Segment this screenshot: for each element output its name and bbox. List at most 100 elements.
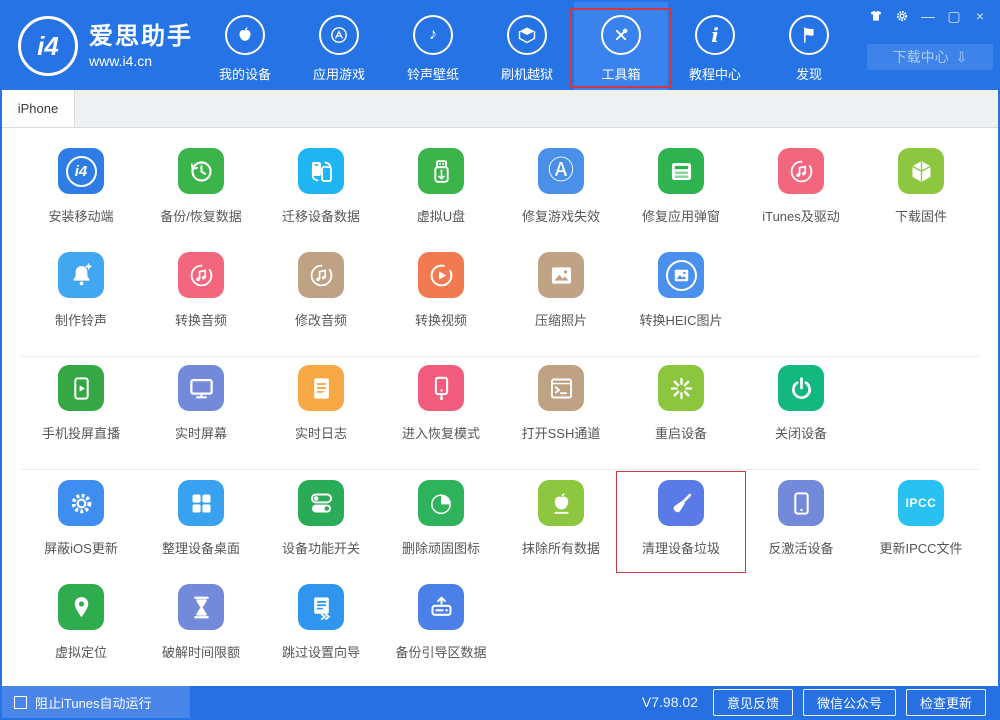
tool-label: 更新IPCC文件 xyxy=(879,538,962,557)
nav-label: 应用游戏 xyxy=(313,64,365,83)
tool-clean-junk[interactable]: 清理设备垃圾 xyxy=(621,480,741,584)
tool-convert-video[interactable]: 转换视频 xyxy=(381,252,501,356)
nav-item-discover[interactable]: 发现 xyxy=(762,2,856,90)
nav-item-toolbox[interactable]: 工具箱 xyxy=(574,2,668,90)
tool-compress-photos[interactable]: 压缩照片 xyxy=(501,252,621,356)
download-icon: ⇩ xyxy=(956,49,968,66)
app-window: i4 爱思助手 www.i4.cn 我的设备 应用游戏 ♪铃声壁纸刷机越狱 工具箱i教… xyxy=(0,0,1000,720)
tool-convert-audio[interactable]: 转换音频 xyxy=(141,252,261,356)
tool-label: 抹除所有数据 xyxy=(522,538,600,557)
footer: 阻止iTunes自动运行 V7.98.02 意见反馈微信公众号检查更新 xyxy=(2,686,998,718)
tool-label: 压缩照片 xyxy=(535,310,587,329)
tool-label: 破解时间限额 xyxy=(162,642,240,661)
tool-deactivate-device[interactable]: 反激活设备 xyxy=(741,480,861,584)
app-logo: i4 爱思助手 www.i4.cn xyxy=(18,2,194,90)
tool-label: 打开SSH通道 xyxy=(522,423,601,442)
tool-restart-device[interactable]: 重启设备 xyxy=(621,365,741,469)
nav-label: 刷机越狱 xyxy=(501,64,553,83)
tool-live-log[interactable]: 实时日志 xyxy=(261,365,381,469)
tool-remove-stubborn-icons[interactable]: ◔删除顽固图标 xyxy=(381,480,501,584)
tool-modify-audio[interactable]: 修改音频 xyxy=(261,252,381,356)
version-label: V7.98.02 xyxy=(642,694,698,710)
tool-erase-all-data[interactable]: 抹除所有数据 xyxy=(501,480,621,584)
tool-backup-restore[interactable]: 备份/恢复数据 xyxy=(141,148,261,252)
tool-screen-mirror[interactable]: 手机投屏直播 xyxy=(21,365,141,469)
box-icon xyxy=(517,25,537,45)
tool-virtual-location[interactable]: 虚拟定位 xyxy=(21,584,141,688)
tool-label: 进入恢复模式 xyxy=(402,423,480,442)
tool-label: 重启设备 xyxy=(655,423,707,442)
document-icon xyxy=(308,375,335,402)
tool-crack-screen-time[interactable]: 破解时间限额 xyxy=(141,584,261,688)
tool-migrate-data[interactable]: 迁移设备数据 xyxy=(261,148,381,252)
nav-item-ringtones-wallpapers[interactable]: ♪铃声壁纸 xyxy=(386,2,480,90)
power-icon xyxy=(788,375,815,402)
tool-label: 反激活设备 xyxy=(768,538,833,557)
tab-iphone[interactable]: iPhone xyxy=(2,90,75,127)
maximize-icon: ▢ xyxy=(947,9,960,23)
tool-label: 手机投屏直播 xyxy=(42,423,120,442)
skip-wizard-icon xyxy=(308,594,335,621)
download-center-button[interactable]: 下载中心 ⇩ xyxy=(867,44,993,70)
checkbox-icon[interactable] xyxy=(14,696,27,709)
tool-backup-boot-data[interactable]: 备份引导区数据 xyxy=(381,584,501,688)
skin-button[interactable] xyxy=(866,7,886,25)
tool-label: 虚拟定位 xyxy=(55,642,107,661)
usb-drive-icon xyxy=(428,158,455,185)
tool-label: 修复应用弹窗 xyxy=(642,206,720,225)
download-center-label: 下载中心 xyxy=(893,47,949,67)
tool-fix-app-popup[interactable]: 修复应用弹窗 xyxy=(621,148,741,252)
tool-label: 修改音频 xyxy=(295,310,347,329)
tool-label: 备份引导区数据 xyxy=(395,642,486,661)
phone-play-icon xyxy=(68,375,95,402)
header: i4 爱思助手 www.i4.cn 我的设备 应用游戏 ♪铃声壁纸刷机越狱 工具箱i教… xyxy=(2,2,998,90)
tool-recovery-mode[interactable]: 进入恢复模式 xyxy=(381,365,501,469)
photo-circle-icon xyxy=(666,260,697,291)
apple-erase-icon xyxy=(548,490,575,517)
tool-organize-desktop[interactable]: 整理设备桌面 xyxy=(141,480,261,584)
window-controls: — ▢ × xyxy=(866,7,990,25)
tool-install-mobile[interactable]: i4安装移动端 xyxy=(21,148,141,252)
tool-update-ipcc[interactable]: IPCC更新IPCC文件 xyxy=(861,480,981,584)
tool-make-ringtone[interactable]: 制作铃声 xyxy=(21,252,141,356)
tool-itunes-driver[interactable]: iTunes及驱动 xyxy=(741,148,861,252)
phone-icon xyxy=(788,490,815,517)
tool-convert-heic[interactable]: 转换HEIC图片 xyxy=(621,252,741,356)
footer-buttons: 意见反馈微信公众号检查更新 xyxy=(713,689,986,716)
tool-fix-games[interactable]: Ⓐ修复游戏失效 xyxy=(501,148,621,252)
tool-virtual-usb[interactable]: 虚拟U盘 xyxy=(381,148,501,252)
nav-label: 我的设备 xyxy=(219,64,271,83)
block-itunes-checkbox-row[interactable]: 阻止iTunes自动运行 xyxy=(2,686,190,718)
tool-skip-setup[interactable]: 跳过设置向导 xyxy=(261,584,381,688)
tool-feature-toggles[interactable]: 设备功能开关 xyxy=(261,480,381,584)
tool-label: 删除顽固图标 xyxy=(402,538,480,557)
toolbox-grid: i4安装移动端备份/恢复数据迁移设备数据虚拟U盘Ⓐ修复游戏失效修复应用弹窗 iTu… xyxy=(2,128,998,689)
close-button[interactable]: × xyxy=(970,7,990,25)
nav-item-apps-games[interactable]: 应用游戏 xyxy=(292,2,386,90)
nav-item-my-devices[interactable]: 我的设备 xyxy=(198,2,292,90)
music-gear-icon xyxy=(788,158,815,185)
tool-label: 转换视频 xyxy=(415,310,467,329)
maximize-button[interactable]: ▢ xyxy=(944,7,964,25)
feedback-button[interactable]: 意见反馈 xyxy=(713,689,793,716)
wechat-button[interactable]: 微信公众号 xyxy=(803,689,896,716)
minimize-button[interactable]: — xyxy=(918,7,938,25)
tool-shutdown-device[interactable]: 关闭设备 xyxy=(741,365,861,469)
check-update-button[interactable]: 检查更新 xyxy=(906,689,986,716)
nav-label: 发现 xyxy=(796,64,822,83)
location-pin-icon xyxy=(68,594,95,621)
nav-item-flash-jailbreak[interactable]: 刷机越狱 xyxy=(480,2,574,90)
tool-live-screen[interactable]: 实时屏幕 xyxy=(141,365,261,469)
close-icon: × xyxy=(976,9,984,23)
tool-download-firmware[interactable]: 下载固件 xyxy=(861,148,981,252)
nav-item-tutorials[interactable]: i教程中心 xyxy=(668,2,762,90)
flag-icon xyxy=(799,25,819,45)
tool-block-ios-update[interactable]: 屏蔽iOS更新 xyxy=(21,480,141,584)
cube-icon xyxy=(908,158,935,185)
settings-button[interactable] xyxy=(892,7,912,25)
hourglass-icon xyxy=(188,594,215,621)
tool-ssh-channel[interactable]: 打开SSH通道 xyxy=(501,365,621,469)
footer-actions: V7.98.02 意见反馈微信公众号检查更新 xyxy=(642,689,998,716)
music-note-icon: ♪ xyxy=(429,26,437,44)
minimize-icon: — xyxy=(921,9,935,23)
